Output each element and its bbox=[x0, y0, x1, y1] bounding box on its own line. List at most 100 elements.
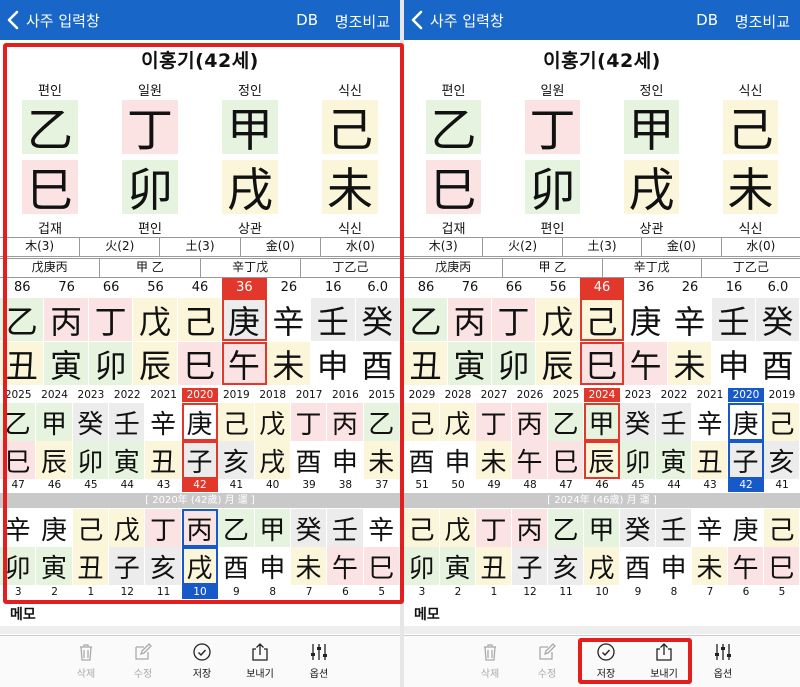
seun-top-cell[interactable]: 丁 bbox=[290, 403, 328, 441]
daeun-top-cell[interactable]: 己 bbox=[177, 298, 223, 341]
wolun-top-cell[interactable]: 戊 bbox=[440, 509, 476, 547]
wolun-bottom-cell[interactable]: 丑 bbox=[476, 547, 512, 585]
earthly-branch[interactable]: 卯 bbox=[100, 158, 200, 217]
seun-top-cell[interactable]: 戊 bbox=[440, 403, 476, 441]
wolun-top-cell[interactable]: 庚 bbox=[36, 509, 73, 547]
earthly-branch[interactable]: 未 bbox=[300, 158, 400, 217]
seun-bottom-cell[interactable]: 丑 bbox=[692, 441, 728, 479]
seun-top-cell[interactable]: 癸 bbox=[72, 403, 110, 441]
edit-button[interactable]: 수정 bbox=[117, 642, 169, 680]
seun-top-cell[interactable]: 己 bbox=[218, 403, 255, 441]
wolun-bottom-cell[interactable]: 未 bbox=[692, 547, 728, 585]
wolun-top-cell[interactable]: 己 bbox=[764, 509, 800, 547]
wolun-top-cell[interactable]: 甲 bbox=[584, 509, 620, 547]
seun-bottom-cell[interactable]: 卯 bbox=[620, 441, 656, 479]
seun-bottom-cell[interactable]: 寅 bbox=[656, 441, 692, 479]
wolun-top-cell[interactable]: 己 bbox=[404, 509, 440, 547]
delete-button[interactable]: 삭제 bbox=[464, 642, 516, 680]
daeun-top-cell[interactable]: 壬 bbox=[311, 298, 356, 341]
seun-bottom-cell[interactable]: 辰 bbox=[584, 441, 620, 479]
seun-bottom-cell[interactable]: 巳 bbox=[548, 441, 584, 479]
edit-button[interactable]: 수정 bbox=[521, 642, 573, 680]
delete-button[interactable]: 삭제 bbox=[60, 642, 112, 680]
daeun-top-cell[interactable]: 丙 bbox=[448, 298, 492, 341]
seun-top-cell[interactable]: 甲 bbox=[36, 403, 73, 441]
wolun-bottom-cell[interactable]: 卯 bbox=[404, 547, 440, 585]
wolun-top-cell[interactable]: 丙 bbox=[181, 509, 219, 547]
seun-top-cell[interactable]: 癸 bbox=[620, 403, 656, 441]
wolun-bottom-cell[interactable]: 子 bbox=[109, 547, 146, 585]
compare-button[interactable]: 명조비교 bbox=[335, 11, 390, 32]
daeun-top-cell[interactable]: 辛 bbox=[668, 298, 712, 341]
wolun-top-cell[interactable]: 己 bbox=[72, 509, 110, 547]
daeun-bottom-cell[interactable]: 未 bbox=[668, 342, 712, 385]
seun-top-cell[interactable]: 壬 bbox=[109, 403, 146, 441]
daeun-top-cell[interactable]: 戊 bbox=[133, 298, 178, 341]
seun-bottom-cell[interactable]: 午 bbox=[512, 441, 548, 479]
compare-button[interactable]: 명조비교 bbox=[735, 11, 790, 32]
wolun-bottom-cell[interactable]: 丑 bbox=[72, 547, 110, 585]
seun-top-cell[interactable]: 庚 bbox=[728, 403, 764, 441]
daeun-bottom-cell[interactable]: 巳 bbox=[580, 342, 624, 385]
heavenly-stem[interactable]: 乙 bbox=[404, 98, 503, 157]
wolun-bottom-cell[interactable]: 戌 bbox=[181, 547, 219, 585]
save-button[interactable]: 저장 bbox=[176, 642, 228, 680]
seun-bottom-cell[interactable]: 亥 bbox=[218, 441, 255, 479]
earthly-branch[interactable]: 卯 bbox=[503, 158, 602, 217]
earthly-branch[interactable]: 戌 bbox=[602, 158, 701, 217]
seun-top-cell[interactable]: 丙 bbox=[327, 403, 364, 441]
back-button[interactable]: 사주 입력창 bbox=[0, 10, 100, 31]
seun-top-cell[interactable]: 戊 bbox=[254, 403, 291, 441]
wolun-bottom-cell[interactable]: 亥 bbox=[548, 547, 584, 585]
daeun-bottom-cell[interactable]: 寅 bbox=[44, 342, 89, 385]
daeun-bottom-cell[interactable]: 午 bbox=[624, 342, 668, 385]
wolun-bottom-cell[interactable]: 酉 bbox=[620, 547, 656, 585]
wolun-bottom-cell[interactable]: 酉 bbox=[218, 547, 255, 585]
wolun-bottom-cell[interactable]: 巳 bbox=[363, 547, 400, 585]
wolun-bottom-cell[interactable]: 子 bbox=[512, 547, 548, 585]
wolun-top-cell[interactable]: 丙 bbox=[512, 509, 548, 547]
seun-bottom-cell[interactable]: 亥 bbox=[764, 441, 800, 479]
db-button[interactable]: DB bbox=[696, 11, 718, 29]
options-button[interactable]: 옵션 bbox=[293, 642, 345, 680]
save-button[interactable]: 저장 bbox=[580, 642, 632, 680]
seun-top-cell[interactable]: 丁 bbox=[476, 403, 512, 441]
seun-bottom-cell[interactable]: 戌 bbox=[254, 441, 291, 479]
seun-bottom-cell[interactable]: 寅 bbox=[109, 441, 146, 479]
earthly-branch[interactable]: 巳 bbox=[0, 158, 100, 217]
wolun-bottom-cell[interactable]: 巳 bbox=[764, 547, 800, 585]
daeun-bottom-cell[interactable]: 寅 bbox=[448, 342, 492, 385]
wolun-bottom-cell[interactable]: 戌 bbox=[584, 547, 620, 585]
daeun-top-cell[interactable]: 丁 bbox=[492, 298, 536, 341]
daeun-bottom-cell[interactable]: 巳 bbox=[177, 342, 223, 385]
memo-label[interactable]: 메모 bbox=[10, 604, 36, 624]
heavenly-stem[interactable]: 甲 bbox=[602, 98, 701, 157]
earthly-branch[interactable]: 巳 bbox=[404, 158, 503, 217]
daeun-top-cell[interactable]: 癸 bbox=[355, 298, 400, 341]
options-button[interactable]: 옵션 bbox=[697, 642, 749, 680]
wolun-bottom-cell[interactable]: 寅 bbox=[440, 547, 476, 585]
seun-bottom-cell[interactable]: 未 bbox=[476, 441, 512, 479]
wolun-bottom-cell[interactable]: 寅 bbox=[36, 547, 73, 585]
wolun-top-cell[interactable]: 辛 bbox=[692, 509, 728, 547]
daeun-bottom-cell[interactable]: 酉 bbox=[355, 342, 400, 385]
daeun-top-cell[interactable]: 庚 bbox=[624, 298, 668, 341]
wolun-bottom-cell[interactable]: 未 bbox=[290, 547, 328, 585]
daeun-top-cell[interactable]: 丙 bbox=[44, 298, 89, 341]
seun-bottom-cell[interactable]: 辰 bbox=[36, 441, 73, 479]
wolun-top-cell[interactable]: 乙 bbox=[548, 509, 584, 547]
wolun-top-cell[interactable]: 辛 bbox=[363, 509, 400, 547]
daeun-top-cell[interactable]: 己 bbox=[580, 298, 624, 341]
wolun-top-cell[interactable]: 丁 bbox=[145, 509, 182, 547]
daeun-top-cell[interactable]: 乙 bbox=[404, 298, 448, 341]
daeun-bottom-cell[interactable]: 卯 bbox=[88, 342, 134, 385]
seun-bottom-cell[interactable]: 酉 bbox=[404, 441, 440, 479]
heavenly-stem[interactable]: 丁 bbox=[503, 98, 602, 157]
seun-top-cell[interactable]: 辛 bbox=[692, 403, 728, 441]
seun-top-cell[interactable]: 乙 bbox=[363, 403, 400, 441]
daeun-bottom-cell[interactable]: 丑 bbox=[404, 342, 448, 385]
seun-top-cell[interactable]: 甲 bbox=[584, 403, 620, 441]
daeun-bottom-cell[interactable]: 申 bbox=[311, 342, 356, 385]
wolun-top-cell[interactable]: 丁 bbox=[476, 509, 512, 547]
seun-bottom-cell[interactable]: 卯 bbox=[72, 441, 110, 479]
